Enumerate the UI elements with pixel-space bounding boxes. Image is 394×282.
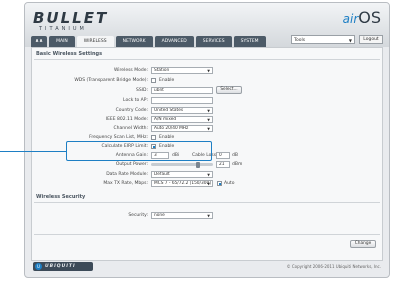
tab-advanced[interactable]: ADVANCED (154, 36, 194, 47)
tab-services[interactable]: SERVICES (195, 36, 232, 47)
country-code-label: Country Code: (115, 108, 148, 113)
ubiquiti-logo: U UBIQUITI NETWORKS (33, 262, 93, 277)
max-tx-rate-select[interactable]: MCS 7 - 65/72.2 [150/300] ▼ (151, 180, 213, 187)
wireless-mode-select[interactable]: Station ▼ (151, 67, 213, 74)
data-rate-label: Data Rate Module: (106, 172, 148, 177)
section-title-security: Wireless Security (36, 194, 86, 200)
chevron-down-icon: ▼ (207, 69, 210, 73)
frequency-scan-enable-text: Enable (159, 135, 175, 140)
ssid-input[interactable]: ubnt (151, 87, 213, 94)
ubiquiti-wordmark: UBIQUITI NETWORKS (45, 264, 82, 278)
max-tx-rate-label: Max TX Rate, Mbps: (103, 181, 148, 186)
auto-rate-text: Auto (224, 181, 235, 186)
main-tabs: ∧∧ MAIN WIRELESS NETWORK ADVANCED SERVIC… (31, 36, 266, 47)
security-select[interactable]: none ▼ (151, 212, 213, 219)
footer: U UBIQUITI NETWORKS © Copyright 2006-201… (25, 257, 389, 277)
channel-width-select[interactable]: Auto 20/40 MHz ▼ (151, 125, 213, 132)
chevron-down-icon: ▼ (348, 38, 352, 43)
tools-select[interactable]: Tools ▼ (291, 35, 355, 44)
ieee-mode-select[interactable]: A/N mixed ▼ (151, 116, 213, 123)
auto-rate-checkbox[interactable] (217, 181, 222, 186)
section-divider (34, 202, 380, 203)
output-power-unit: dBm (232, 162, 243, 167)
section-divider (34, 234, 380, 235)
titanium-logo-sub: TITANIUM (39, 26, 87, 32)
wds-checkbox[interactable] (151, 78, 156, 83)
chevron-down-icon: ▼ (207, 182, 210, 186)
frequency-scan-checkbox[interactable] (151, 135, 156, 140)
tab-main[interactable]: MAIN (49, 36, 75, 47)
wireless-mode-label: Wireless Mode: (113, 68, 148, 73)
bullet-logo: BULLET (33, 9, 109, 27)
ieee-mode-label: IEEE 802.11 Mode: (105, 117, 148, 122)
browser-frame: BULLET TITANIUM airOS ∧∧ MAIN WIRELESS N… (24, 2, 390, 278)
airos-logo: airOS (342, 8, 381, 27)
ubiquiti-u-icon: U (35, 263, 42, 270)
chevron-down-icon: ▼ (207, 214, 210, 218)
chevron-down-icon: ▼ (207, 118, 210, 122)
header-bar: BULLET TITANIUM airOS ∧∧ MAIN WIRELESS N… (25, 3, 389, 47)
security-label: Security: (128, 213, 148, 218)
select-ssid-button[interactable]: Select... (216, 86, 242, 94)
copyright-text: © Copyright 2006-2011 Ubiquiti Networks,… (286, 264, 381, 269)
callout-pointer-line (0, 151, 66, 152)
lock-to-ap-label: Lock to AP: (123, 98, 148, 103)
output-power-input[interactable]: 21 (216, 161, 230, 168)
cable-loss-input[interactable]: 0 (216, 152, 230, 159)
tab-network[interactable]: NETWORK (115, 36, 153, 47)
chevron-down-icon: ▼ (207, 127, 210, 131)
chevron-down-icon: ▼ (207, 173, 210, 177)
change-button[interactable]: Change (350, 240, 376, 248)
ssid-label: SSID: (135, 88, 148, 93)
output-power-slider-handle[interactable] (196, 161, 201, 168)
lock-to-ap-input[interactable] (151, 97, 213, 104)
channel-width-label: Channel Width: (113, 126, 149, 131)
output-power-label: Output Power: (115, 162, 148, 167)
logout-button[interactable]: Logout (359, 35, 383, 44)
section-title-basic: Basic Wireless Settings (36, 51, 103, 57)
country-code-select[interactable]: United States ▼ (151, 107, 213, 114)
tab-ubnt-logo[interactable]: ∧∧ (31, 36, 48, 47)
output-power-slider[interactable] (151, 163, 213, 166)
highlight-box (66, 141, 212, 161)
data-rate-select[interactable]: Default ▼ (151, 171, 213, 178)
section-divider (34, 59, 380, 60)
wds-enable-text: Enable (159, 78, 175, 83)
cable-loss-unit: dB (232, 153, 238, 158)
chevron-down-icon: ▼ (207, 109, 210, 113)
tab-system[interactable]: SYSTEM (233, 36, 266, 47)
wds-label: WDS (Transparent Bridge Mode): (74, 78, 148, 83)
tab-wireless[interactable]: WIRELESS (76, 36, 114, 47)
